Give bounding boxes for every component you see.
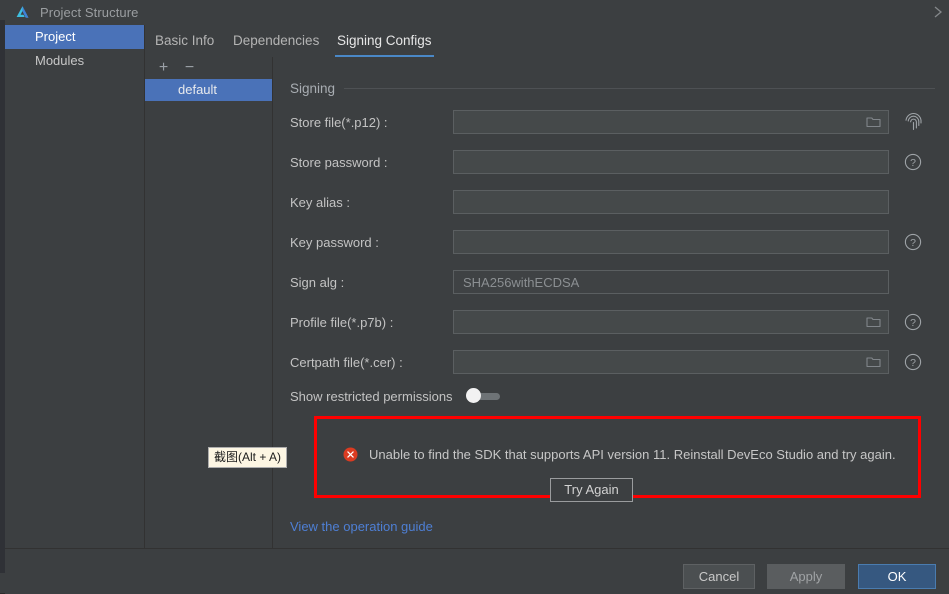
sidebar-item-modules[interactable]: Modules: [5, 49, 144, 73]
signing-group-title: Signing: [290, 81, 336, 96]
signing-group-header: Signing: [290, 81, 935, 96]
dialog-sidebar: Project Modules: [5, 25, 145, 548]
dialog-title: Project Structure: [40, 5, 139, 20]
sign-alg-input[interactable]: SHA256withECDSA: [453, 270, 889, 294]
certpath-file-label: Certpath file(*.cer) :: [290, 354, 403, 370]
certpath-file-input[interactable]: [453, 350, 889, 374]
field-row-store-password: Store password : ?: [290, 150, 940, 174]
group-divider: [344, 88, 935, 89]
store-password-label: Store password :: [290, 154, 388, 170]
folder-icon[interactable]: [866, 355, 881, 369]
field-row-certpath-file: Certpath file(*.cer) : ?: [290, 350, 940, 374]
folder-icon[interactable]: [866, 115, 881, 129]
help-icon[interactable]: ?: [902, 313, 924, 331]
config-item-label: default: [178, 82, 218, 97]
field-row-store-file: Store file(*.p12) :: [290, 110, 940, 134]
tab-signing-configs[interactable]: Signing Configs: [335, 25, 434, 57]
key-alias-input[interactable]: [453, 190, 889, 214]
svg-text:?: ?: [910, 357, 916, 369]
error-circle-icon: [343, 447, 358, 462]
sign-alg-label: Sign alg :: [290, 274, 345, 290]
store-password-input[interactable]: [453, 150, 889, 174]
svg-text:?: ?: [910, 237, 916, 249]
tab-label: Signing Configs: [337, 33, 432, 48]
tab-label: Basic Info: [155, 33, 215, 48]
signing-config-list-panel: + − default: [145, 57, 273, 548]
sidebar-item-label: Modules: [35, 53, 85, 68]
project-structure-dialog: Project Structure Project Modules Basic …: [0, 0, 949, 594]
tab-label: Dependencies: [233, 33, 320, 48]
field-row-sign-alg: Sign alg : SHA256withECDSA: [290, 270, 940, 294]
dialog-titlebar: Project Structure: [5, 0, 949, 25]
tab-strip: Basic Info Dependencies Signing Configs: [145, 25, 949, 57]
close-chevron-icon[interactable]: [930, 4, 946, 20]
show-restricted-permissions-row: Show restricted permissions: [290, 388, 500, 404]
store-file-input[interactable]: [453, 110, 889, 134]
help-icon[interactable]: ?: [902, 233, 924, 251]
error-message-row: Unable to find the SDK that supports API…: [343, 447, 896, 462]
field-row-key-alias: Key alias :: [290, 190, 940, 214]
deveco-logo-icon: [14, 4, 31, 21]
store-file-label: Store file(*.p12) :: [290, 114, 388, 130]
field-row-profile-file: Profile file(*.p7b) : ?: [290, 310, 940, 334]
config-list-item-default[interactable]: default: [145, 79, 272, 101]
view-operation-guide-link[interactable]: View the operation guide: [290, 519, 433, 534]
profile-file-input[interactable]: [453, 310, 889, 334]
cancel-button[interactable]: Cancel: [683, 564, 755, 589]
error-message-text: Unable to find the SDK that supports API…: [369, 447, 896, 462]
apply-button[interactable]: Apply: [767, 564, 845, 589]
signing-configs-content: Signing Store file(*.p12) : Store passwo…: [273, 57, 949, 548]
sidebar-item-label: Project: [35, 29, 76, 44]
help-icon[interactable]: ?: [902, 353, 924, 371]
help-icon[interactable]: ?: [902, 153, 924, 171]
tab-basic-info[interactable]: Basic Info: [153, 25, 216, 57]
key-password-label: Key password :: [290, 234, 379, 250]
sdk-error-callout: Unable to find the SDK that supports API…: [314, 416, 921, 502]
folder-icon[interactable]: [866, 315, 881, 329]
toggle-knob: [465, 388, 481, 403]
try-again-button[interactable]: Try Again: [550, 478, 633, 502]
config-list-toolbar: + −: [145, 57, 272, 79]
remove-config-button[interactable]: −: [182, 60, 197, 76]
sign-alg-value: SHA256withECDSA: [463, 274, 580, 290]
screenshot-tooltip: 截图(Alt + A): [208, 447, 288, 468]
ok-button[interactable]: OK: [858, 564, 936, 589]
key-alias-label: Key alias :: [290, 194, 350, 210]
profile-file-label: Profile file(*.p7b) :: [290, 314, 394, 330]
key-password-input[interactable]: [453, 230, 889, 254]
tab-dependencies[interactable]: Dependencies: [231, 25, 321, 57]
show-restricted-permissions-toggle[interactable]: [465, 388, 500, 403]
dialog-footer: Cancel Apply OK: [5, 548, 949, 594]
field-row-key-password: Key password : ?: [290, 230, 940, 254]
fingerprint-icon[interactable]: [902, 112, 924, 132]
sidebar-item-project[interactable]: Project: [5, 25, 144, 49]
svg-text:?: ?: [910, 317, 916, 329]
add-config-button[interactable]: +: [156, 60, 171, 76]
svg-text:?: ?: [910, 157, 916, 169]
show-restricted-permissions-label: Show restricted permissions: [290, 389, 453, 404]
